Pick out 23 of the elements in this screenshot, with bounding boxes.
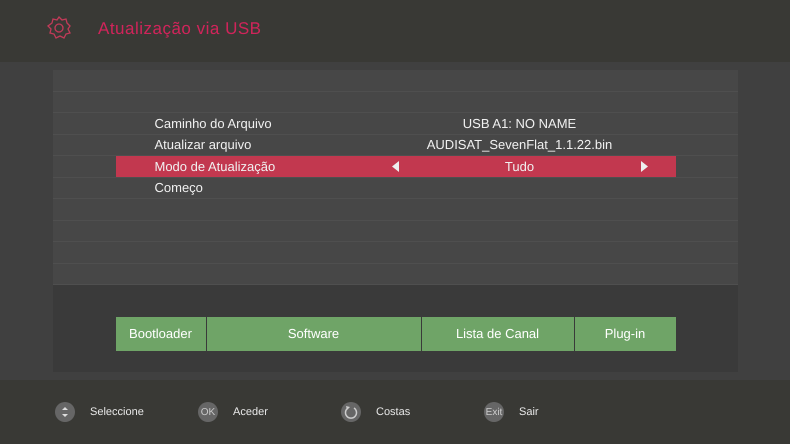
remote-key: Exit [484,402,504,422]
right-arrow-icon[interactable] [640,160,648,172]
option-value: AUDISAT_SevenFlat_1.1.22.bin [426,136,612,154]
menu-row[interactable]: Atualizar arquivo AUDISAT_SevenFlat_1.1.22.bin [116,134,676,155]
menu-row[interactable]: Começo [116,178,676,198]
hint-label: Aceder [233,404,268,420]
option-value: USB A1: NO NAME [462,114,576,132]
hint-label: Seleccione [90,404,144,420]
hint-label: Costas [376,404,410,420]
tab-button[interactable]: Plug-in [574,316,676,350]
tab-button[interactable]: Software [206,316,420,350]
gear-icon [46,15,72,41]
menu-row[interactable]: Caminho do Arquivo USB A1: NO NAME [116,113,676,134]
left-arrow-icon[interactable] [392,160,398,172]
up-down-icon [55,402,75,422]
refresh-icon [341,402,361,422]
tab-button[interactable]: Lista de Canal [422,316,574,350]
menu-row[interactable]: Modo de Atualização Tudo [116,156,676,176]
option-value: Tudo [504,158,534,176]
hint-label: Sair [519,404,539,420]
screen-title: Atualização via USB [98,18,262,40]
tab-button[interactable]: Bootloader [116,316,206,350]
remote-key: OK [198,402,218,422]
